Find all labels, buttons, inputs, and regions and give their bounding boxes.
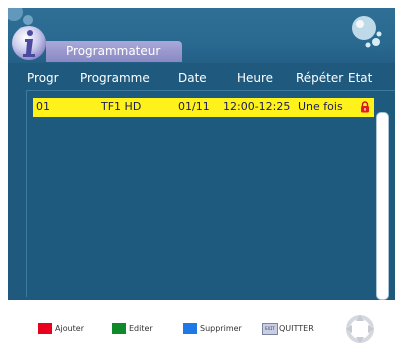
ajouter-button[interactable]: Ajouter [38,321,98,337]
supprimer-button[interactable]: Supprimer [183,321,249,337]
green-key-icon [112,323,126,334]
blue-key-icon [183,323,197,334]
cell-programme: TF1 HD [101,100,142,113]
footer-legend: Ajouter Editer Supprimer EXIT QUITTER [0,308,395,350]
bubbles-logo-icon [352,16,382,48]
red-key-icon [38,323,52,334]
column-header-programme: Programme [80,71,150,85]
quitter-button[interactable]: EXIT QUITTER [262,321,324,337]
timer-list: 01 TF1 HD 01/11 12:00-12:25 Une fois [26,90,395,297]
editer-button[interactable]: Editer [112,321,166,337]
dpad-navigation-icon [346,315,374,343]
column-header-progr: Progr [27,71,59,85]
exit-key-icon: EXIT [262,323,278,335]
page-title: Programmateur [66,44,161,58]
column-header-row: Progr Programme Date Heure Répéter Etat [8,70,395,86]
info-icon [12,26,46,60]
column-header-etat: Etat [348,71,373,85]
cell-progr: 01 [36,100,50,113]
column-header-heure: Heure [237,71,274,85]
scrollbar[interactable] [376,112,389,300]
cell-heure: 12:00-12:25 [223,100,291,113]
lock-icon [361,101,369,113]
tv-screen: Programmateur Progr Programme Date Heure… [8,8,395,300]
cell-date: 01/11 [178,100,210,113]
editer-label: Editer [129,324,153,333]
quitter-label: QUITTER [279,324,314,333]
table-row[interactable]: 01 TF1 HD 01/11 12:00-12:25 Une fois [33,98,374,117]
column-header-date: Date [178,71,207,85]
ajouter-label: Ajouter [55,324,85,333]
cell-repeter: Une fois [298,100,343,113]
supprimer-label: Supprimer [200,324,242,333]
column-header-repeter: Répéter [296,71,344,85]
